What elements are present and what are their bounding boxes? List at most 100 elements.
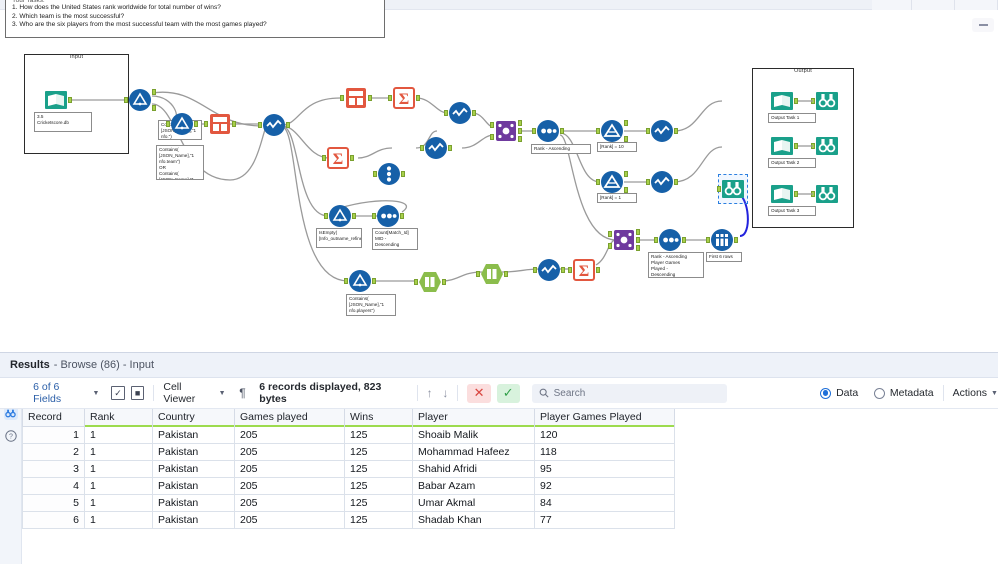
label-output-task-3: Output Task 3 (768, 206, 816, 216)
actions-menu[interactable]: Actions ▼ (953, 387, 998, 399)
cell-country: Pakistan (152, 425, 235, 444)
output-container-title: Output (794, 68, 812, 74)
arrow-down-icon[interactable]: ↓ (442, 386, 448, 400)
table-row[interactable]: 6 1 Pakistan 205 125 Shadab Khan 77 (22, 510, 675, 529)
accept-icon[interactable]: ✓ (496, 383, 520, 403)
summarize-icon: Σ (572, 258, 596, 282)
input-container[interactable]: Input (24, 54, 129, 154)
search-input[interactable]: Search (531, 383, 727, 403)
node-output-browse-1[interactable] (811, 89, 839, 113)
table-row[interactable]: 5 1 Pakistan 205 125 Umar Akmal 84 (22, 493, 675, 512)
node-filter-bottom[interactable] (596, 170, 628, 194)
node-text-to-columns-1[interactable] (204, 112, 236, 136)
node-input-data[interactable] (44, 88, 72, 112)
node-select-5[interactable] (646, 170, 678, 194)
column-header-wins[interactable]: Wins (344, 409, 413, 427)
node-sort-inner[interactable] (372, 204, 404, 228)
formula-icon (348, 269, 372, 293)
render-icon (770, 134, 794, 158)
cell-wins: 125 (344, 493, 413, 512)
filter-icon (600, 170, 624, 194)
join-icon (612, 228, 636, 252)
workflow-canvas[interactable]: Your Tasks: 1. How does the United State… (0, 0, 998, 352)
cell-viewer-selector[interactable]: Cell Viewer ▼ (163, 381, 225, 405)
node-select-2[interactable] (444, 101, 476, 125)
node-summarize-2[interactable]: Σ (322, 146, 354, 170)
sort-icon (536, 119, 560, 143)
node-select-6[interactable] (533, 258, 565, 282)
node-filter-top[interactable] (596, 119, 628, 143)
cell-player: Umar Akmal (412, 493, 535, 512)
table-row[interactable]: 2 1 Pakistan 205 125 Mohammad Hafeez 118 (22, 442, 675, 461)
node-formula-3[interactable] (324, 204, 356, 228)
node-select-4[interactable] (646, 119, 678, 143)
column-header-record[interactable]: Record (22, 409, 85, 427)
node-output-render-3[interactable] (770, 182, 798, 206)
node-select-3[interactable] (420, 136, 452, 160)
cell-country: Pakistan (152, 476, 235, 495)
results-grid[interactable]: Record Rank Country Games played Wins Pl… (22, 409, 998, 564)
cell-country: Pakistan (152, 510, 235, 529)
node-output-browse-3[interactable] (811, 182, 839, 206)
select-all-icon[interactable]: ✓ (111, 386, 125, 400)
cell-pgp: 95 (534, 459, 675, 478)
data-radio[interactable]: Data (820, 387, 858, 399)
pilcrow-icon[interactable]: ¶ (239, 386, 245, 400)
node-summarize-3[interactable]: Σ (568, 258, 600, 282)
column-header-player[interactable]: Player (412, 409, 535, 427)
sort-icon (658, 228, 682, 252)
node-sort-final[interactable] (654, 228, 686, 252)
metadata-radio[interactable]: Metadata (873, 387, 934, 399)
node-transpose-1[interactable] (414, 270, 446, 294)
radio-data-icon (820, 387, 832, 399)
node-join-1[interactable] (490, 119, 522, 143)
node-join-2[interactable] (608, 228, 640, 252)
node-output-render-1[interactable] (770, 89, 798, 113)
toolbar-divider-2 (416, 385, 418, 401)
node-formula-1[interactable] (124, 88, 156, 112)
node-summarize-1[interactable]: Σ (388, 86, 420, 110)
crosstab-icon (480, 262, 504, 286)
cell-games: 205 (234, 493, 345, 512)
cell-player: Shoaib Malik (412, 425, 535, 444)
node-text-to-columns-2[interactable] (340, 86, 372, 110)
node-unique-1[interactable] (373, 162, 405, 186)
task-comment-box[interactable]: Your Tasks: 1. How does the United State… (5, 0, 385, 38)
node-select-1[interactable] (258, 113, 290, 137)
node-crosstab-1[interactable] (476, 262, 508, 286)
node-sort-main[interactable] (532, 119, 564, 143)
table-row[interactable]: 4 1 Pakistan 205 125 Babar Azam 92 (22, 476, 675, 495)
node-output-browse-2[interactable] (811, 134, 839, 158)
results-header: Results - Browse (86) - Input (0, 353, 998, 378)
records-info: 6 records displayed, 823 bytes (259, 381, 382, 405)
cell-record: 4 (22, 476, 85, 495)
reject-icon[interactable]: ✕ (467, 383, 491, 403)
select-icon (424, 136, 448, 160)
node-formula-2[interactable] (166, 112, 198, 136)
collapse-icon[interactable] (972, 18, 994, 32)
label-sort-final: Rank - Ascending Player Games Played - D… (648, 252, 704, 278)
unique-icon (377, 162, 401, 186)
label-filter-bottom: [Rank] = 1 (597, 193, 637, 203)
help-icon[interactable]: ? (4, 429, 18, 443)
column-header-games-played[interactable]: Games played (234, 409, 345, 427)
node-browse-selected[interactable] (717, 177, 745, 201)
toolbar-divider-4 (942, 385, 944, 401)
node-output-render-2[interactable] (770, 134, 798, 158)
cell-record: 3 (22, 459, 85, 478)
column-header-rank[interactable]: Rank (84, 409, 153, 427)
cell-country: Pakistan (152, 493, 235, 512)
node-sample-final[interactable] (706, 228, 738, 252)
join-icon (494, 119, 518, 143)
table-row[interactable]: 1 1 Pakistan 205 125 Shoaib Malik 120 (22, 425, 675, 444)
formula-icon (170, 112, 194, 136)
arrow-up-icon[interactable]: ↑ (427, 386, 433, 400)
fields-selector[interactable]: 6 of 6 Fields ▼ (33, 381, 99, 405)
results-subtitle: - Browse (86) - Input (53, 359, 155, 371)
deselect-all-icon[interactable]: ■ (130, 386, 145, 400)
column-header-player-games-played[interactable]: Player Games Played (534, 409, 675, 427)
column-header-country[interactable]: Country (152, 409, 235, 427)
table-row[interactable]: 3 1 Pakistan 205 125 Shahid Afridi 95 (22, 459, 675, 478)
node-formula-4[interactable] (344, 269, 376, 293)
cell-games: 205 (234, 510, 345, 529)
